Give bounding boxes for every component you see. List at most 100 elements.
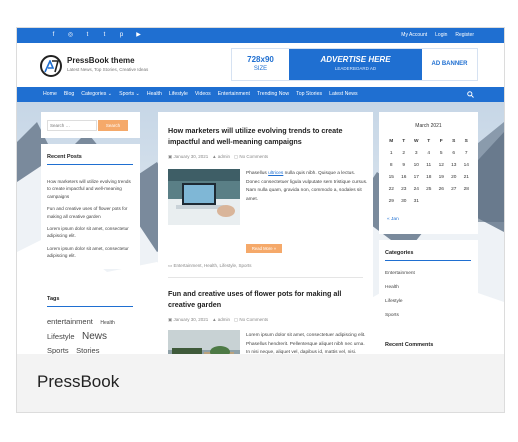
calendar-grid: M T W T F S S 1 2 3 4 5 6 7 8 9 10 11 12… [385, 136, 473, 208]
category-link[interactable]: Lifestyle [385, 298, 415, 305]
calendar-day: 15 [388, 175, 394, 180]
nav-item-latest-news[interactable]: Latest News [329, 87, 358, 102]
ad-banner-label: AD BANNER [431, 61, 468, 67]
search-button[interactable]: Search [98, 120, 128, 131]
widget-title: Recent Posts [47, 154, 82, 160]
recent-post-link[interactable]: How marketers will utilize evolving tren… [47, 178, 133, 200]
calendar-day: 22 [388, 187, 394, 192]
widget-divider [47, 306, 133, 307]
calendar-day: 17 [413, 175, 419, 180]
ad-headline: ADVERTISE HERE [320, 55, 391, 64]
calendar-day [423, 196, 436, 208]
calendar-weekday: M [389, 139, 394, 144]
facebook-icon[interactable]: f [49, 31, 58, 40]
post-title[interactable]: How marketers will utilize evolving tren… [168, 125, 368, 147]
recent-comments-widget: Recent Comments [379, 332, 478, 354]
site-header: PressBook theme Latest News, Top Stories… [17, 43, 504, 87]
recent-post-link[interactable]: Lorem ipsum dolor sit amet, consectetur … [47, 225, 133, 240]
calendar-prev-link[interactable]: « Jan [387, 217, 399, 222]
calendar-day: 4 [427, 151, 431, 156]
tag-cloud: entertainment Health Lifestyle News Spor… [47, 314, 135, 354]
post-thumbnail[interactable] [168, 169, 240, 225]
post-excerpt: Lorem ipsum dolor sit amet, consectetuer… [246, 333, 366, 354]
search-input[interactable]: Search … [47, 120, 97, 131]
calendar-day: 2 [402, 151, 406, 156]
read-more-button[interactable]: Read More » [246, 244, 282, 253]
post-author[interactable]: admin [218, 317, 230, 322]
post-meta: ▣ January 30, 2021 ▲ admin ▢ No Comments [168, 154, 268, 160]
recent-post-link[interactable]: Fun and creative uses of flower pots for… [47, 205, 133, 220]
post-date[interactable]: January 30, 2021 [174, 154, 209, 159]
excerpt-link[interactable]: ultrices [268, 171, 283, 176]
nav-item-health[interactable]: Health [147, 87, 162, 102]
post-thumbnail[interactable] [168, 330, 240, 354]
calendar-day: 28 [463, 187, 469, 192]
top-bar: f ◎ t t p ▶ My Account Login Register [17, 28, 504, 43]
site-title[interactable]: PressBook theme [67, 56, 135, 65]
calendar-widget: March 2021 M T W T F S S 1 2 3 4 5 6 7 8… [379, 112, 478, 234]
tag-link[interactable]: Health [100, 320, 114, 326]
post-title[interactable]: Fun and creative uses of flower pots for… [168, 288, 368, 310]
theme-name[interactable]: PressBook [37, 372, 119, 392]
calendar-day: 5 [439, 151, 443, 156]
theme-screenshot: f ◎ t t p ▶ My Account Login Register Pr… [17, 28, 504, 354]
calendar-day: 1 [389, 151, 393, 156]
nav-item-sports[interactable]: Sports ⌄ [119, 87, 140, 102]
calendar-weekday: T [427, 139, 431, 144]
pinterest-icon[interactable]: p [117, 31, 126, 40]
nav-item-lifestyle[interactable]: Lifestyle [169, 87, 188, 102]
calendar-day: 25 [426, 187, 432, 192]
login-link[interactable]: Login [435, 31, 447, 40]
twitter-icon[interactable]: t [83, 31, 92, 40]
calendar-title: March 2021 [415, 123, 442, 129]
category-link[interactable]: Sports [385, 312, 415, 319]
widget-title: Tags [47, 296, 60, 302]
tumblr-icon[interactable]: t [100, 31, 109, 40]
tag-link[interactable]: News [82, 331, 107, 342]
post-excerpt: Phasellus ultrices nulla quis nibh. Quis… [246, 170, 368, 204]
theme-card[interactable]: f ◎ t t p ▶ My Account Login Register Pr… [16, 27, 505, 413]
calendar-day [448, 196, 461, 208]
instagram-icon[interactable]: ◎ [66, 31, 75, 40]
category-link[interactable]: Entertainment [385, 270, 415, 277]
leaderboard-ad[interactable]: 728x90 SIZE ADVERTISE HERE LEADERBOARD A… [231, 48, 478, 81]
my-account-link[interactable]: My Account [401, 31, 427, 40]
nav-item-videos[interactable]: Videos [195, 87, 211, 102]
social-links: f ◎ t t p ▶ [49, 31, 143, 40]
post-comments[interactable]: No Comments [239, 154, 268, 159]
nav-item-home[interactable]: Home [43, 87, 57, 102]
recent-post-link[interactable]: Lorem ipsum dolor sit amet, consectetur … [47, 245, 133, 260]
posts-column: How marketers will utilize evolving tren… [158, 112, 373, 354]
theme-caption: PressBook [17, 354, 504, 412]
ad-main-block: ADVERTISE HERE LEADERBOARD AD [289, 49, 422, 80]
nav-item-trending-now[interactable]: Trending Now [257, 87, 289, 102]
calendar-day: 10 [413, 163, 419, 168]
calendar-weekday: F [439, 139, 443, 144]
category-link[interactable]: Health [385, 284, 415, 291]
register-link[interactable]: Register [455, 31, 474, 40]
search-icon[interactable] [467, 91, 474, 98]
nav-item-top-stories[interactable]: Top Stories [296, 87, 322, 102]
post-author[interactable]: admin [218, 154, 230, 159]
excerpt-text: Phasellus [246, 171, 269, 176]
tag-link[interactable]: entertainment [47, 317, 93, 326]
youtube-icon[interactable]: ▶ [134, 31, 143, 40]
post-comments[interactable]: No Comments [239, 317, 268, 322]
post-meta: ▣ January 30, 2021 ▲ admin ▢ No Comments [168, 317, 268, 323]
nav-item-categories[interactable]: Categories ⌄ [81, 87, 112, 102]
tag-link[interactable]: Sports [47, 346, 69, 354]
tag-link[interactable]: Stories [76, 346, 99, 354]
tag-link[interactable]: Lifestyle [47, 332, 75, 341]
widget-title: Recent Comments [385, 342, 434, 348]
post-category-links[interactable]: Entertainment, Health, Lifestyle, Sports [174, 263, 252, 268]
calendar-day: 27 [451, 187, 457, 192]
calendar-day: 6 [452, 151, 456, 156]
post-date[interactable]: January 30, 2021 [174, 317, 209, 322]
ad-subline: LEADERBOARD AD [334, 66, 377, 71]
calendar-day: 7 [464, 151, 468, 156]
nav-item-blog[interactable]: Blog [64, 87, 74, 102]
calendar-day: 8 [389, 163, 393, 168]
nav-item-entertainment[interactable]: Entertainment [218, 87, 250, 102]
site-logo-icon[interactable] [40, 55, 62, 77]
calendar-day: 19 [438, 175, 444, 180]
